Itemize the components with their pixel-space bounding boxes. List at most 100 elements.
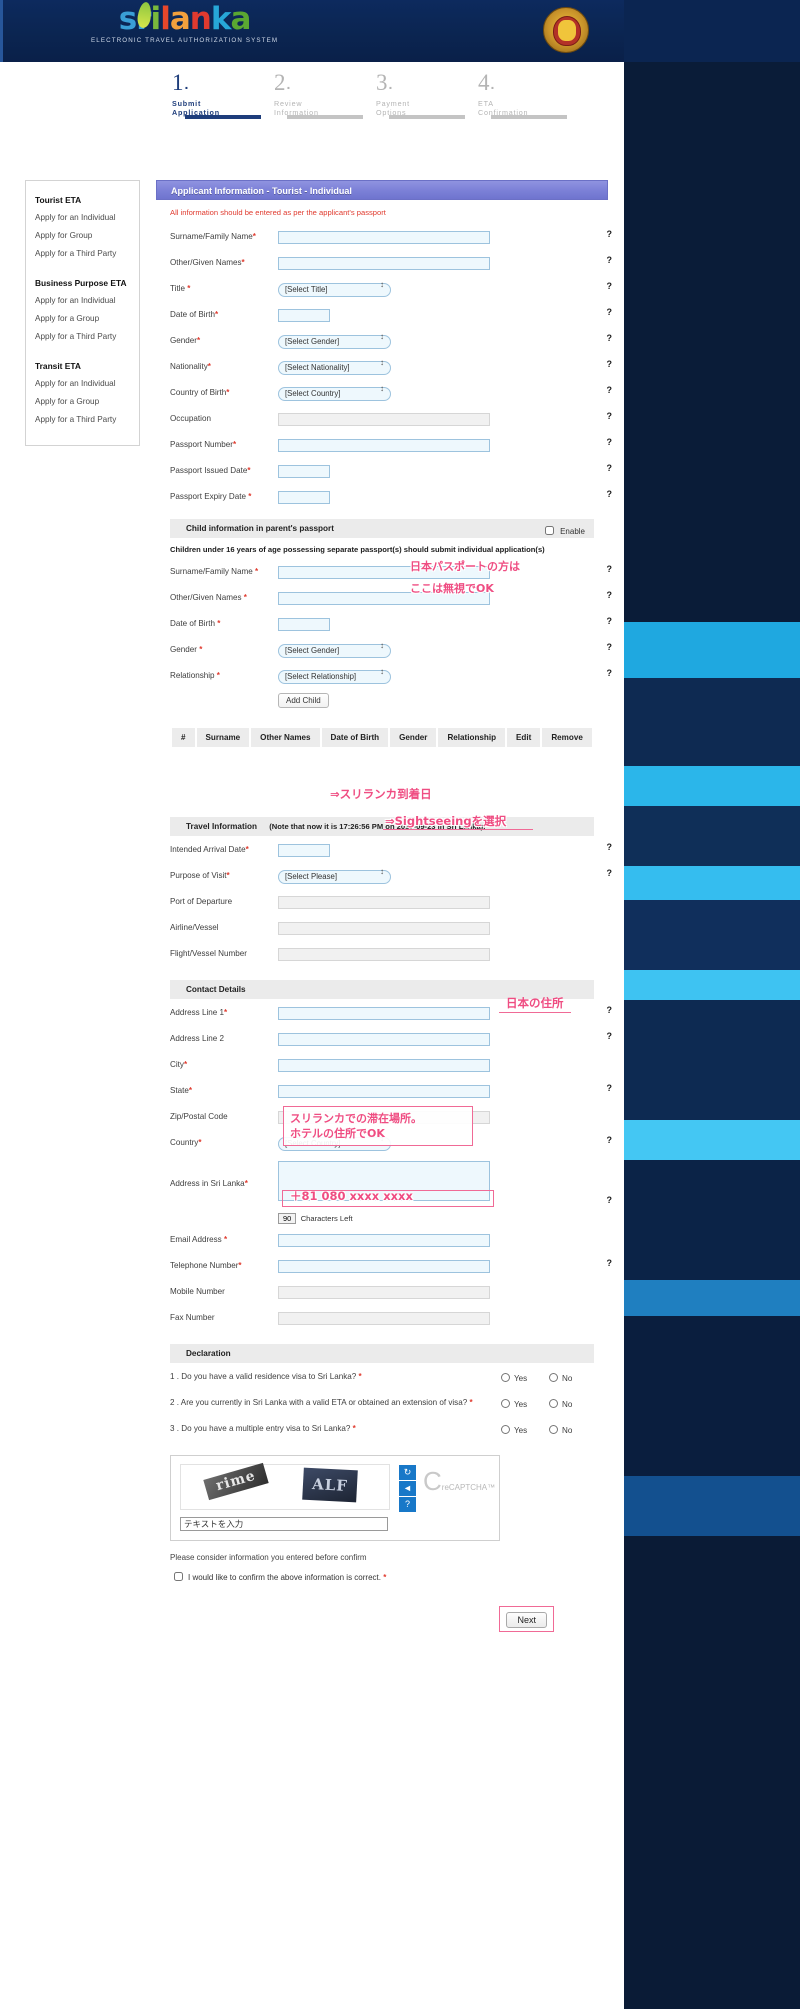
step-1[interactable]: 1.Submit Application	[172, 71, 268, 119]
declaration-yes-radio[interactable]	[501, 1424, 510, 1434]
select-input[interactable]: [Select Relationship]	[278, 669, 391, 684]
declaration-question-row: 3 . Do you have a multiple entry visa to…	[156, 1415, 608, 1441]
declaration-no-option[interactable]: No	[544, 1422, 572, 1435]
text-input[interactable]	[278, 231, 490, 244]
field-control	[278, 1029, 490, 1047]
help-icon[interactable]: ?	[607, 255, 613, 265]
help-icon[interactable]: ?	[607, 842, 613, 852]
captcha-audio-icon[interactable]: ◄	[399, 1481, 416, 1496]
sidebar-item-tourist-third-party[interactable]: Apply for a Third Party	[35, 249, 139, 258]
help-icon[interactable]: ?	[607, 1083, 613, 1093]
child-table-header-row: # Surname Other Names Date of Birth Gender Re…	[172, 728, 592, 747]
form-row: State*?	[156, 1077, 612, 1103]
select-input[interactable]: [Select Country]	[278, 386, 391, 401]
captcha-help-icon[interactable]: ?	[399, 1497, 416, 1512]
site-logo[interactable]: srilanka ELECTRONIC TRAVEL AUTHORIZATION…	[91, 1, 278, 44]
declaration-yes-option[interactable]: Yes	[496, 1370, 527, 1383]
field-label-text: Relationship	[170, 670, 217, 680]
text-input[interactable]	[278, 1033, 490, 1046]
add-child-button[interactable]: Add Child	[278, 692, 329, 708]
sidebar-item-transit-third-party[interactable]: Apply for a Third Party	[35, 415, 139, 424]
sidebar-item-tourist-group[interactable]: Apply for Group	[35, 231, 139, 240]
confirm-checkbox-row[interactable]: I would like to confirm the above inform…	[170, 1569, 608, 1584]
help-icon[interactable]: ?	[607, 489, 613, 499]
text-input[interactable]	[278, 257, 490, 270]
annotation-child-line2: ここは無視でOK	[410, 582, 494, 595]
declaration-no-option[interactable]: No	[544, 1370, 572, 1383]
text-input	[278, 413, 490, 426]
declaration-no-radio[interactable]	[549, 1398, 558, 1408]
sidebar-item-business-individual[interactable]: Apply for an Individual	[35, 296, 139, 305]
help-icon[interactable]: ?	[607, 1005, 613, 1015]
help-icon[interactable]: ?	[607, 437, 613, 447]
declaration-no-radio[interactable]	[549, 1372, 558, 1382]
select-input[interactable]: [Select Nationality]	[278, 360, 391, 375]
help-icon[interactable]: ?	[607, 229, 613, 239]
field-label-text: Nationality	[170, 361, 208, 371]
text-input[interactable]	[278, 491, 330, 504]
text-input[interactable]	[278, 1007, 490, 1020]
help-icon[interactable]: ?	[607, 411, 613, 421]
declaration-no-radio[interactable]	[549, 1424, 558, 1434]
text-input[interactable]	[278, 1234, 490, 1247]
declaration-yes-label: Yes	[514, 1399, 528, 1409]
text-input[interactable]	[278, 844, 330, 857]
help-icon[interactable]: ?	[607, 307, 613, 317]
sidebar-item-tourist-individual[interactable]: Apply for an Individual	[35, 213, 139, 222]
field-label: Zip/Postal Code	[170, 1112, 278, 1121]
captcha-refresh-icon[interactable]: ↻	[399, 1465, 416, 1480]
help-icon[interactable]: ?	[607, 385, 613, 395]
text-input[interactable]	[278, 309, 330, 322]
text-input[interactable]	[278, 618, 330, 631]
sidebar-item-transit-individual[interactable]: Apply for an Individual	[35, 379, 139, 388]
help-icon[interactable]: ?	[607, 1135, 613, 1145]
field-control	[278, 918, 490, 936]
form-row: Gender *[Select Gender]?	[156, 636, 612, 662]
sidebar-item-business-group[interactable]: Apply for a Group	[35, 314, 139, 323]
sidebar-item-transit-group[interactable]: Apply for a Group	[35, 397, 139, 406]
text-input[interactable]	[278, 1260, 490, 1273]
text-input[interactable]	[278, 439, 490, 452]
chars-left-label: Characters Left	[300, 1214, 353, 1223]
captcha-input[interactable]	[180, 1517, 388, 1531]
help-icon[interactable]: ?	[607, 868, 613, 878]
help-icon[interactable]: ?	[607, 359, 613, 369]
help-icon[interactable]: ?	[607, 616, 613, 626]
confirm-checkbox[interactable]	[174, 1572, 183, 1581]
step-2-line1: Review	[274, 99, 303, 108]
help-icon-sri-lanka-address[interactable]: ?	[607, 1195, 613, 1205]
help-icon[interactable]: ?	[607, 590, 613, 600]
step-4[interactable]: 4.ETA Confirmation	[478, 71, 574, 119]
select-input[interactable]: [Select Gender]	[278, 334, 391, 349]
help-icon[interactable]: ?	[607, 281, 613, 291]
select-input[interactable]: [Select Gender]	[278, 643, 391, 658]
text-input[interactable]	[278, 1059, 490, 1072]
step-2[interactable]: 2.Review Information	[274, 70, 370, 119]
help-icon[interactable]: ?	[607, 333, 613, 343]
child-enable-toggle[interactable]: Enable	[541, 522, 585, 541]
step-2-number: 2	[274, 70, 286, 95]
declaration-yes-option[interactable]: Yes	[496, 1396, 527, 1409]
step-3[interactable]: 3.Payment Options	[376, 71, 472, 119]
field-label-text: City	[170, 1059, 184, 1069]
text-input[interactable]	[278, 465, 330, 478]
help-icon[interactable]: ?	[607, 1031, 613, 1041]
required-marker: *	[224, 1007, 228, 1017]
text-input[interactable]	[278, 1085, 490, 1098]
declaration-no-option[interactable]: No	[544, 1396, 572, 1409]
select-input[interactable]: [Select Title]	[278, 282, 391, 297]
select-input[interactable]: [Select Please]	[278, 869, 391, 884]
help-icon[interactable]: ?	[607, 1258, 613, 1268]
help-icon[interactable]: ?	[607, 564, 613, 574]
help-icon[interactable]: ?	[607, 642, 613, 652]
child-enable-checkbox[interactable]	[544, 526, 554, 535]
declaration-yes-option[interactable]: Yes	[496, 1422, 527, 1435]
help-icon[interactable]: ?	[607, 463, 613, 473]
child-table-header-cell: Date of Birth	[321, 728, 389, 747]
sidebar-item-business-third-party[interactable]: Apply for a Third Party	[35, 332, 139, 341]
declaration-yes-radio[interactable]	[501, 1372, 510, 1382]
step-1-line1: Submit	[172, 99, 202, 108]
next-button[interactable]: Next	[506, 1612, 547, 1628]
declaration-yes-radio[interactable]	[501, 1398, 510, 1408]
help-icon[interactable]: ?	[607, 668, 613, 678]
